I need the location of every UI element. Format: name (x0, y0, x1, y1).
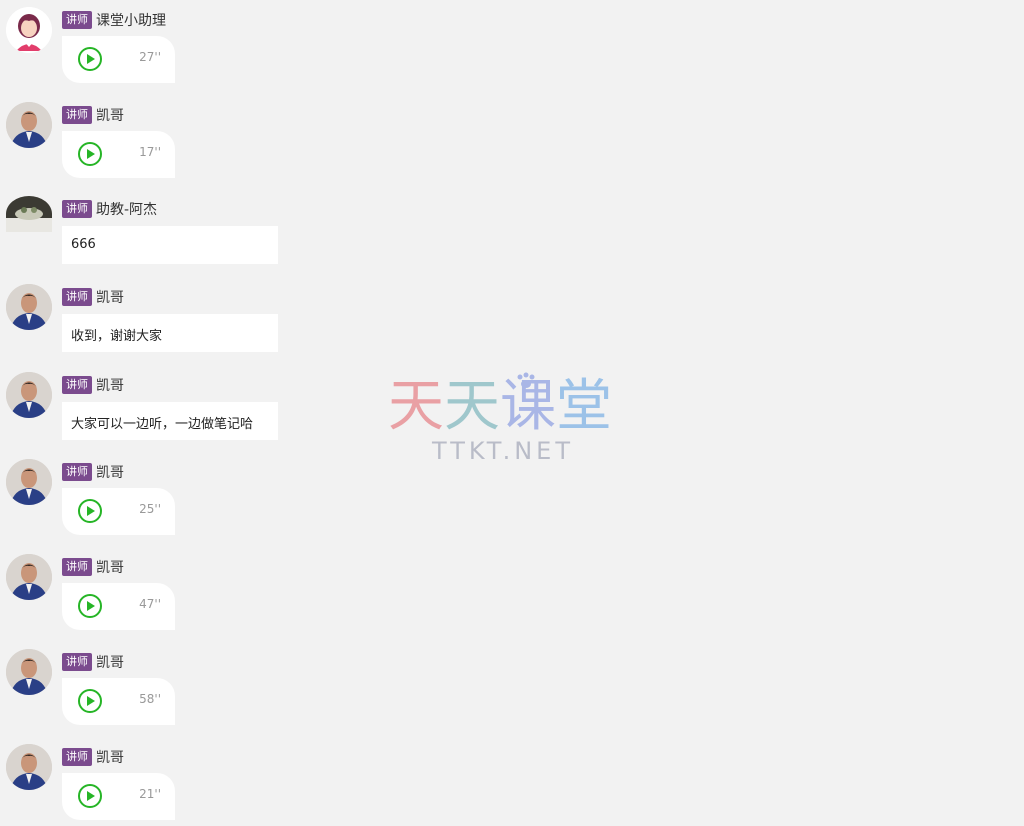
play-icon[interactable] (78, 594, 102, 618)
chat-message: 讲师 凯哥 收到，谢谢大家 (0, 284, 600, 356)
voice-message-bubble[interactable]: 17'' (62, 131, 175, 178)
lecturer-badge: 讲师 (62, 287, 92, 306)
play-icon[interactable] (78, 689, 102, 713)
play-icon[interactable] (78, 142, 102, 166)
sender-line: 讲师 凯哥 (62, 286, 124, 306)
chat-message: 讲师 凯哥 21'' (0, 744, 600, 824)
watermark-subtitle: TTKT.NET (432, 437, 574, 465)
kaige-avatar-icon (6, 102, 52, 148)
lecturer-badge: 讲师 (62, 10, 92, 29)
sender-line: 讲师 凯哥 (62, 104, 124, 124)
kaige-avatar-icon (6, 284, 52, 330)
play-icon[interactable] (78, 499, 102, 523)
sender-line: 讲师 凯哥 (62, 651, 124, 671)
kaige-avatar-icon (6, 459, 52, 505)
sender-name: 凯哥 (96, 559, 124, 576)
chat-message: 讲师 凯哥 25'' (0, 459, 600, 539)
avatar[interactable] (6, 284, 52, 330)
kaige-avatar-icon (6, 372, 52, 418)
voice-duration: 47'' (139, 597, 161, 611)
text-message-bubble: 大家可以一边听，一边做笔记哈 (62, 402, 278, 440)
chat-message: 讲师 凯哥 17'' (0, 102, 600, 182)
lecturer-badge: 讲师 (62, 462, 92, 481)
avatar[interactable] (6, 7, 52, 53)
watermark-title: 天天课堂 (388, 374, 612, 439)
sender-name: 凯哥 (96, 377, 124, 394)
avatar[interactable] (6, 459, 52, 505)
sender-name: 凯哥 (96, 749, 124, 766)
sender-line: 讲师 助教-阿杰 (62, 198, 158, 218)
sender-line: 讲师 凯哥 (62, 461, 124, 481)
voice-duration: 58'' (139, 692, 161, 706)
lecturer-badge: 讲师 (62, 375, 92, 394)
chat-message: 讲师 凯哥 47'' (0, 554, 600, 634)
watermark: 天天课堂 TTKT.NET (388, 372, 638, 466)
sender-line: 讲师 凯哥 (62, 746, 124, 766)
sender-name: 助教-阿杰 (96, 201, 158, 218)
lecturer-badge: 讲师 (62, 557, 92, 576)
voice-message-bubble[interactable]: 27'' (62, 36, 175, 83)
text-message-bubble: 666 (62, 226, 278, 264)
assistant-avatar-icon (6, 7, 52, 53)
lecturer-badge: 讲师 (62, 105, 92, 124)
avatar[interactable] (6, 649, 52, 695)
voice-message-bubble[interactable]: 58'' (62, 678, 175, 725)
sender-line: 讲师 凯哥 (62, 374, 124, 394)
avatar[interactable] (6, 102, 52, 148)
lecturer-badge: 讲师 (62, 652, 92, 671)
sender-name: 凯哥 (96, 654, 124, 671)
ajie-avatar-icon (6, 196, 52, 232)
sender-line: 讲师 凯哥 (62, 556, 124, 576)
text-message-bubble: 收到，谢谢大家 (62, 314, 278, 352)
avatar[interactable] (6, 744, 52, 790)
paw-icon (517, 372, 535, 388)
chat-message: 讲师 凯哥 58'' (0, 649, 600, 729)
voice-duration: 17'' (139, 145, 161, 159)
sender-name: 凯哥 (96, 107, 124, 124)
voice-duration: 25'' (139, 502, 161, 516)
avatar[interactable] (6, 372, 52, 418)
play-icon[interactable] (78, 47, 102, 71)
sender-name: 课堂小助理 (96, 12, 166, 29)
kaige-avatar-icon (6, 744, 52, 790)
avatar[interactable] (6, 554, 52, 600)
kaige-avatar-icon (6, 649, 52, 695)
lecturer-badge: 讲师 (62, 199, 92, 218)
kaige-avatar-icon (6, 554, 52, 600)
avatar[interactable] (6, 196, 52, 232)
chat-message: 讲师 助教-阿杰 666 (0, 196, 600, 268)
sender-line: 讲师 课堂小助理 (62, 9, 166, 29)
voice-message-bubble[interactable]: 25'' (62, 488, 175, 535)
sender-name: 凯哥 (96, 289, 124, 306)
chat-message-list: 讲师 课堂小助理 27'' 讲师 凯哥 17'' 讲师 助教-阿杰 666 讲师… (0, 0, 1024, 826)
chat-message: 讲师 课堂小助理 27'' (0, 7, 600, 87)
play-icon[interactable] (78, 784, 102, 808)
voice-message-bubble[interactable]: 21'' (62, 773, 175, 820)
voice-message-bubble[interactable]: 47'' (62, 583, 175, 630)
sender-name: 凯哥 (96, 464, 124, 481)
lecturer-badge: 讲师 (62, 747, 92, 766)
voice-duration: 21'' (139, 787, 161, 801)
voice-duration: 27'' (139, 50, 161, 64)
